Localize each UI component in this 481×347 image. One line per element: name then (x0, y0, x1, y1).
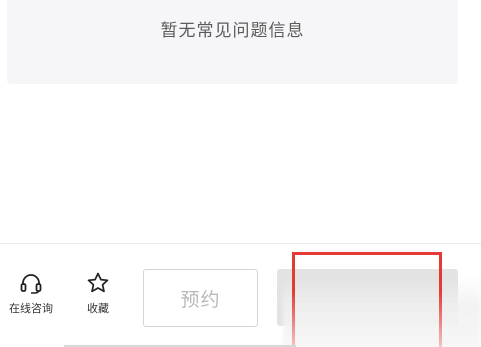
online-consult-button[interactable]: 在线咨询 (1, 272, 61, 322)
star-icon (87, 272, 109, 293)
highlight-box-left-edge (292, 252, 295, 347)
highlight-box (292, 252, 442, 288)
headset-icon (20, 274, 42, 294)
highlight-box-right-edge (439, 252, 442, 347)
page: 暂无常见问题信息 在线咨询 收藏 预约 (0, 0, 481, 347)
favorite-label: 收藏 (87, 302, 109, 315)
faq-empty-card: 暂无常见问题信息 (7, 0, 458, 84)
favorite-button[interactable]: 收藏 (68, 272, 128, 322)
faq-empty-text: 暂无常见问题信息 (160, 20, 305, 41)
bottom-action-bar: 在线咨询 收藏 预约 (0, 243, 481, 347)
reserve-button[interactable]: 预约 (143, 269, 258, 327)
online-consult-label: 在线咨询 (9, 302, 53, 315)
